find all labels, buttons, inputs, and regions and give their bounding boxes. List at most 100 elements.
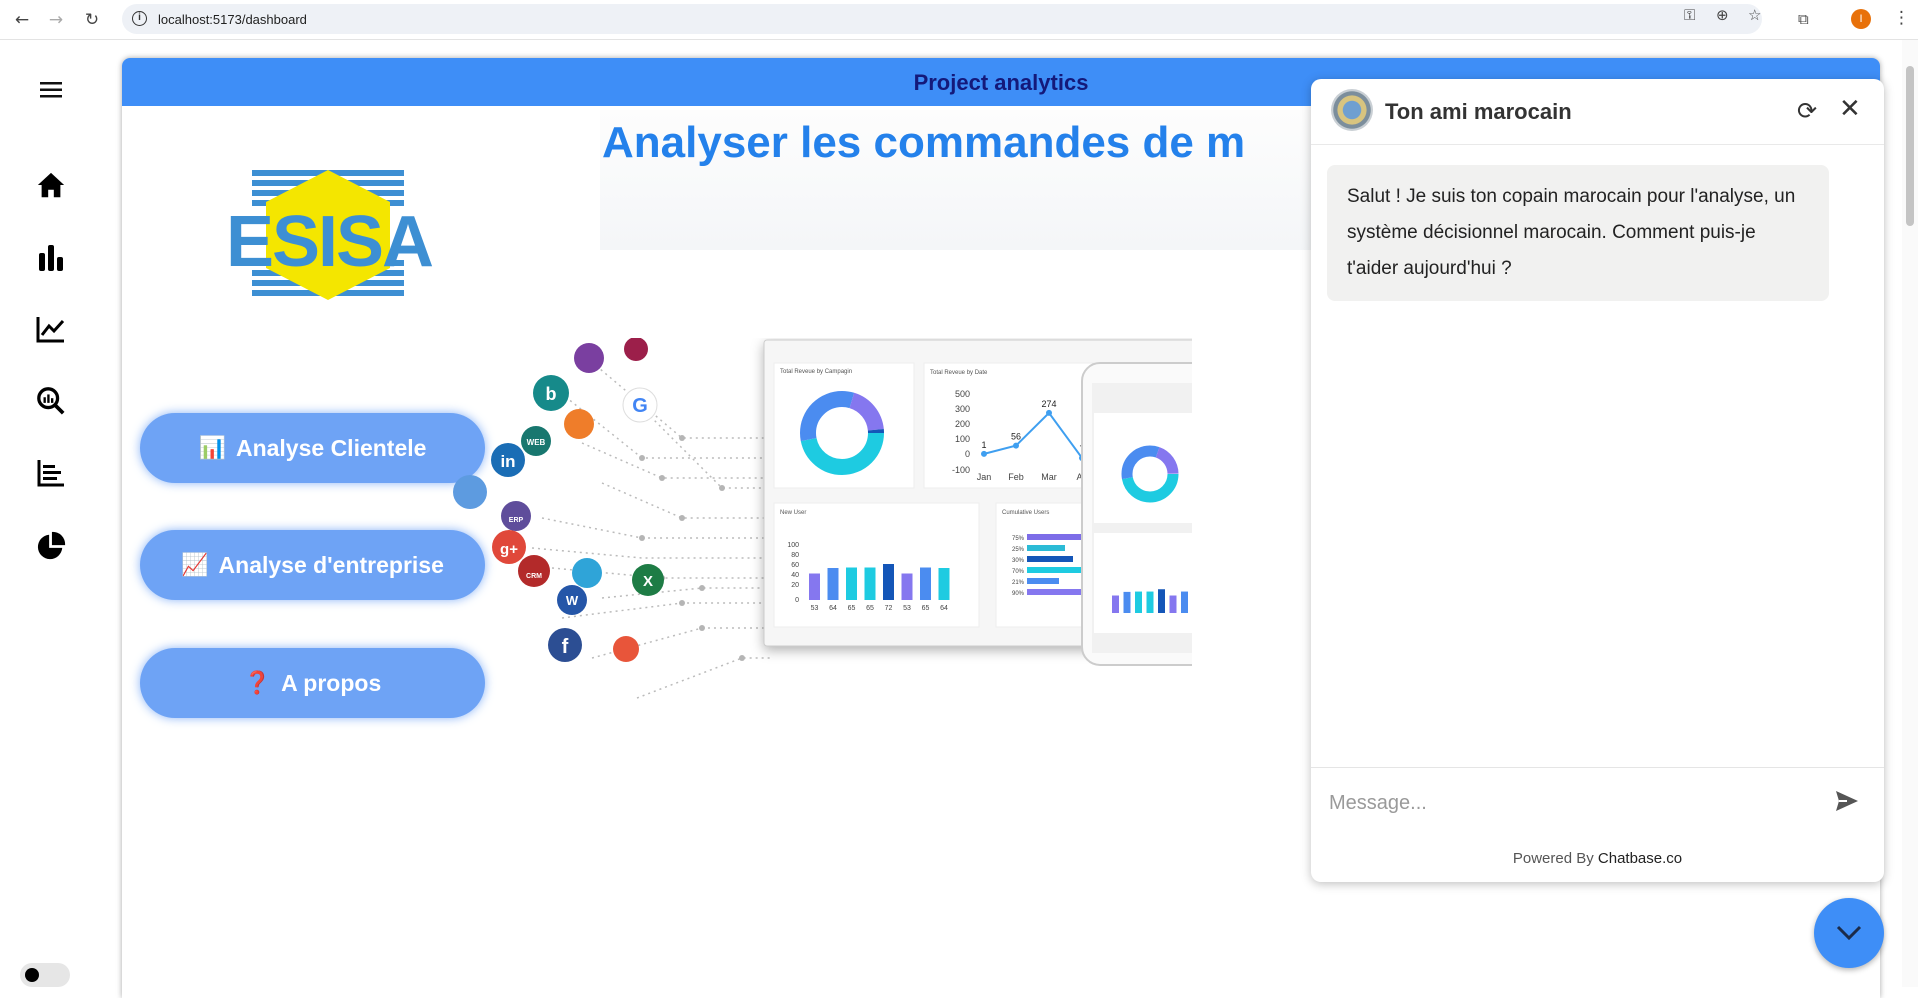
svg-text:Total Reveue by Campagin: Total Reveue by Campagin (780, 369, 852, 375)
svg-text:G: G (632, 395, 648, 417)
chart-increasing-emoji-icon: 📈 (181, 552, 209, 578)
line-x-tick: Jan (977, 472, 992, 482)
search-analytics-icon[interactable] (36, 386, 66, 416)
percent-label: 75% (1012, 536, 1025, 542)
svg-text:in: in (500, 452, 515, 471)
percent-label: 70% (1012, 569, 1025, 575)
svg-text:b: b (546, 384, 557, 404)
scrollbar-thumb[interactable] (1906, 66, 1914, 226)
site-info-icon[interactable]: i (132, 11, 147, 26)
line-point (981, 450, 987, 457)
svg-text:ERP: ERP (509, 517, 524, 524)
chat-toggle-button[interactable] (1814, 898, 1884, 968)
phone-bar (1169, 595, 1177, 613)
zoom-icon[interactable]: ⊕ (1716, 6, 1729, 24)
line-data-label: 274 (1041, 399, 1056, 409)
percent-label: 25% (1012, 547, 1025, 553)
page-scrollbar[interactable] (1902, 40, 1918, 987)
profile-avatar[interactable]: I (1851, 9, 1871, 29)
back-icon[interactable]: ← (10, 8, 34, 32)
bar-y-tick: 40 (791, 572, 799, 579)
close-icon[interactable]: ✕ (1839, 94, 1861, 124)
chevron-down-icon (1836, 925, 1862, 941)
svg-text:Total Reveue by Date: Total Reveue by Date (930, 370, 988, 376)
button-label: A propos (281, 669, 382, 696)
address-bar[interactable]: i localhost:5173/dashboard (122, 4, 1762, 34)
question-mark-icon: ❓ (243, 670, 272, 696)
home-icon[interactable] (36, 170, 66, 200)
toggle-knob (25, 968, 39, 982)
phone-bar (1123, 591, 1131, 613)
chatbase-link[interactable]: Chatbase.co (1598, 850, 1682, 867)
line-data-label: 56 (1011, 432, 1021, 442)
bar-chart-icon[interactable] (36, 242, 66, 272)
pie-chart-icon[interactable] (36, 531, 66, 561)
phone-bar (1181, 591, 1188, 613)
svg-text:New User: New User (780, 510, 806, 516)
line-data-label: 1 (981, 440, 986, 450)
sidebar (0, 40, 100, 987)
bar (920, 567, 931, 600)
browser-toolbar: ← → ↻ i localhost:5173/dashboard ⚿ ⊕ ☆ ⧉… (0, 0, 1918, 40)
percent-label: 30% (1012, 558, 1025, 564)
svg-text:g+: g+ (500, 541, 518, 558)
app-icons-cluster: b G WEB in ERP g+ CRM X W f (453, 338, 664, 662)
esisa-logo: ESISA (226, 170, 435, 300)
chat-message-bot: Salut ! Je suis ton copain marocain pour… (1327, 165, 1829, 301)
bar (938, 568, 950, 600)
theme-toggle[interactable] (20, 963, 70, 987)
bar (846, 567, 857, 600)
svg-text:ESISA: ESISA (226, 202, 433, 282)
bar-y-tick: 20 (791, 582, 799, 589)
line-chart-icon[interactable] (36, 314, 66, 344)
chat-avatar (1331, 89, 1373, 131)
powered-by-text: Powered By (1512, 850, 1594, 867)
phone-bar (1135, 591, 1142, 613)
line-point (1013, 442, 1019, 449)
bar-value-label: 65 (922, 605, 930, 612)
line-y-tick: -100 (952, 465, 970, 475)
chat-title: Ton ami marocain (1385, 99, 1572, 124)
bar-value-label: 64 (940, 605, 948, 612)
line-y-tick: 300 (955, 404, 970, 414)
browser-menu-icon[interactable]: ⋮ (1893, 8, 1910, 28)
phone-bar (1112, 595, 1119, 613)
bookmark-star-icon[interactable]: ☆ (1748, 6, 1761, 24)
bar (864, 567, 876, 600)
bar-y-tick: 80 (791, 552, 799, 559)
password-key-icon[interactable]: ⚿ (1684, 6, 1695, 24)
forward-icon[interactable]: → (44, 8, 68, 32)
bar-value-label: 65 (848, 605, 856, 612)
reload-icon[interactable]: ↻ (80, 8, 104, 32)
headline-text: Analyser les commandes de m (602, 118, 1246, 167)
line-y-tick: 500 (955, 389, 970, 399)
button-label: Analyse Clientele (235, 434, 427, 461)
percent-label: 21% (1012, 580, 1025, 586)
extensions-icon[interactable]: ⧉ (1798, 10, 1809, 28)
menu-icon[interactable] (36, 75, 66, 105)
bar-value-label: 65 (866, 605, 874, 612)
message-input[interactable] (1329, 784, 1819, 822)
url-text[interactable]: localhost:5173/dashboard (158, 12, 307, 27)
svg-text:X: X (643, 573, 653, 590)
svg-text:Cumulative Users: Cumulative Users (1002, 510, 1049, 516)
bar (901, 573, 913, 600)
svg-text:WEB: WEB (527, 438, 546, 447)
line-x-tick: Feb (1008, 472, 1024, 482)
svg-text:W: W (566, 593, 579, 608)
line-y-tick: 100 (955, 434, 970, 444)
bar (809, 573, 820, 600)
refresh-icon[interactable]: ⟳ (1797, 97, 1817, 125)
phone-bar (1146, 591, 1154, 613)
button-label: Analyse d'entreprise (218, 551, 444, 578)
send-icon[interactable] (1835, 790, 1859, 812)
svg-text:CRM: CRM (526, 573, 542, 580)
line-y-tick: 200 (955, 419, 970, 429)
line-point (1046, 409, 1052, 416)
horizontal-bars-icon[interactable] (36, 458, 66, 488)
bar (827, 568, 839, 600)
powered-by: Powered By Chatbase.co (1311, 850, 1884, 867)
bar (883, 564, 894, 600)
bar-chart-emoji-icon: 📊 (198, 435, 226, 461)
svg-text:f: f (562, 636, 569, 658)
